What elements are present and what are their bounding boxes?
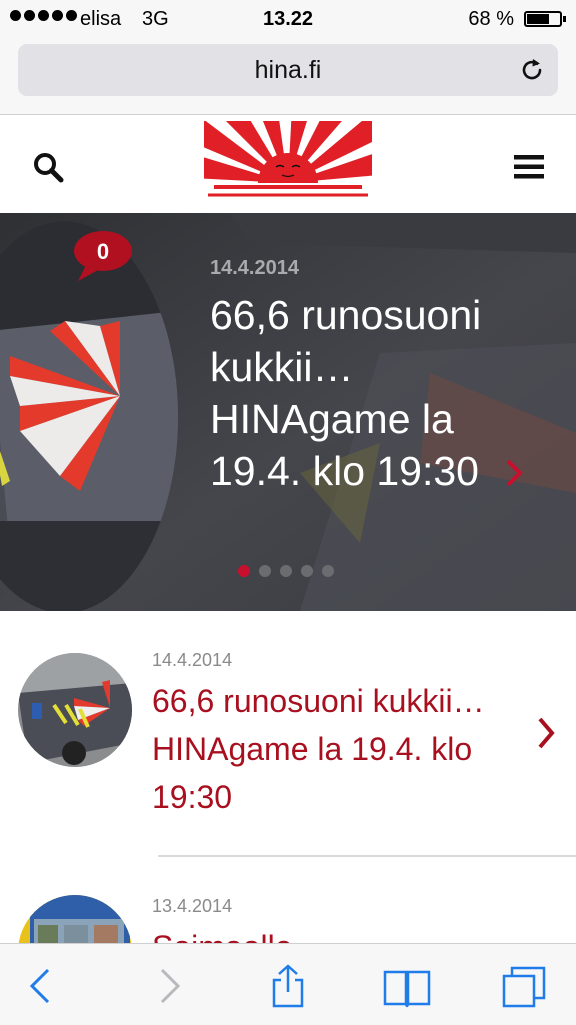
forward-chevron-icon[interactable] (146, 964, 190, 1008)
article-date: 13.4.2014 (152, 896, 233, 916)
status-bar: elisa 3G 13.22 68 % (0, 0, 576, 38)
url-text[interactable]: hina.fi (18, 56, 558, 85)
slide-dot[interactable] (280, 565, 292, 577)
site-header (0, 115, 576, 213)
article-date: 14.4.2014 (152, 650, 233, 670)
battery-icon (524, 11, 566, 27)
article-title[interactable]: 66,6 runosuoni kukkii… HINAgame la 19.4.… (152, 677, 492, 821)
tabs-icon[interactable] (502, 964, 546, 1008)
article-list: 14.4.2014 66,6 runosuoni kukkii… HINAgam… (0, 611, 576, 943)
article-title[interactable]: Saimaalle (152, 923, 492, 943)
slide-dot[interactable] (301, 565, 313, 577)
search-icon[interactable] (32, 151, 64, 183)
hero-date: 14.4.2014 (210, 257, 299, 279)
list-item[interactable]: 13.4.2014 Saimaalle (0, 857, 576, 943)
hero-chevron-right-icon[interactable] (504, 458, 524, 488)
rising-sun-logo[interactable] (204, 121, 372, 201)
slide-pagination[interactable] (238, 565, 334, 577)
list-item[interactable]: 14.4.2014 66,6 runosuoni kukkii… HINAgam… (0, 611, 576, 855)
share-icon[interactable] (266, 964, 310, 1008)
address-bar[interactable]: hina.fi (18, 44, 558, 96)
hero-title[interactable]: 66,6 runosuoni kukkii… HINAgame la 19.4.… (210, 289, 510, 497)
slide-dot[interactable] (238, 565, 250, 577)
battery-percent: 68 % (468, 8, 514, 30)
chevron-right-icon[interactable] (536, 715, 556, 751)
browser-chrome: hina.fi (0, 38, 576, 115)
browser-toolbar (0, 943, 576, 1025)
featured-slider[interactable]: 0 14.4.2014 66,6 runosuoni kukkii… HINAg… (0, 213, 576, 611)
slide-dot[interactable] (259, 565, 271, 577)
book-icon[interactable] (382, 964, 432, 1008)
article-thumbnail[interactable] (18, 653, 132, 767)
comment-count: 0 (96, 239, 110, 264)
slide-dot[interactable] (322, 565, 334, 577)
reload-icon[interactable] (518, 56, 546, 84)
article-thumbnail[interactable] (18, 895, 132, 943)
comment-count-badge[interactable]: 0 (74, 231, 134, 281)
back-chevron-icon[interactable] (20, 964, 64, 1008)
hamburger-menu-icon[interactable] (514, 155, 544, 179)
